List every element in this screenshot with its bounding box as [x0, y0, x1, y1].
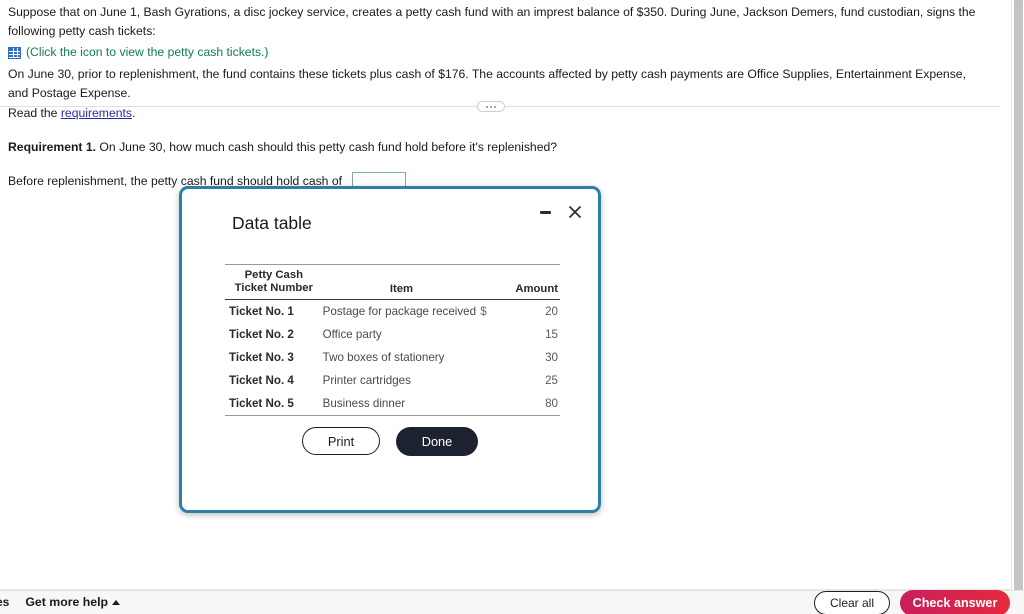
modal-title: Data table [232, 213, 312, 233]
cell-ticket: Ticket No. 2 [229, 327, 294, 341]
cell-ticket: Ticket No. 5 [229, 396, 294, 410]
cell-amount: 20 [545, 304, 558, 318]
cell-amount: 30 [545, 350, 558, 364]
problem-paragraph-1: Suppose that on June 1, Bash Gyrations, … [8, 5, 976, 38]
cell-currency: $ [480, 304, 487, 318]
table-row: Ticket No. 1 Postage for package receive… [225, 299, 560, 323]
requirement-block: Requirement 1. On June 30, how much cash… [8, 140, 908, 189]
cell-amount: 25 [545, 373, 558, 387]
page-scrollbar[interactable] [1011, 0, 1024, 592]
ticket-header-line-1: Petty Cash [244, 268, 304, 281]
table-row: Ticket No. 2 Office party 15 [225, 323, 560, 346]
rule-cell [500, 414, 560, 417]
handle-dot [494, 105, 496, 108]
modal-titlebar[interactable]: Data table [182, 189, 598, 247]
table-head: Petty Cash Ticket Number Item Amount [225, 264, 560, 300]
scrollbar-thumb[interactable] [1014, 0, 1023, 592]
data-table-modal: Data table Petty Cash Ticket Number Item… [179, 186, 601, 513]
bottom-bar-left: es Get more help [0, 590, 121, 614]
table-body: Ticket No. 1 Postage for package receive… [225, 299, 560, 417]
bottom-bar-right: Clear all Check answer [814, 590, 1010, 614]
window-controls [536, 203, 584, 221]
cell-item: Two boxes of stationery [322, 350, 445, 364]
column-header-item: Item [322, 268, 481, 300]
cell-currency [480, 323, 500, 346]
cell-currency [480, 346, 500, 369]
handle-dot [490, 105, 492, 108]
minimize-icon[interactable] [536, 203, 554, 221]
done-button[interactable]: Done [396, 427, 478, 456]
page-root: Suppose that on June 1, Bash Gyrations, … [0, 0, 1024, 614]
get-more-help-label: Get more help [25, 595, 109, 609]
cell-currency [480, 369, 500, 392]
table-grid-icon[interactable] [8, 46, 21, 59]
petty-cash-table: Petty Cash Ticket Number Item Amount Tic… [225, 264, 560, 417]
close-icon[interactable] [566, 203, 584, 221]
print-button[interactable]: Print [302, 427, 380, 455]
requirement-label: Requirement 1. [8, 140, 97, 154]
table-row: Ticket No. 5 Business dinner 80 [225, 392, 560, 416]
truncated-left-label[interactable]: es [0, 595, 9, 609]
requirement-title: Requirement 1. On June 30, how much cash… [8, 140, 908, 154]
divider-collapse-handle[interactable] [477, 101, 505, 112]
modal-actions: Print Done [182, 427, 598, 456]
cell-ticket: Ticket No. 1 [229, 304, 294, 318]
problem-paragraph-2: On June 30, prior to replenishment, the … [8, 67, 966, 100]
cell-ticket: Ticket No. 4 [229, 373, 294, 387]
column-header-amount: Amount [500, 268, 560, 300]
view-tickets-link-row[interactable]: (Click the icon to view the petty cash t… [8, 43, 978, 62]
cell-ticket: Ticket No. 3 [229, 350, 294, 364]
clear-all-button[interactable]: Clear all [814, 591, 890, 614]
caret-up-icon [112, 599, 121, 605]
cell-currency [480, 392, 500, 416]
rule-cell [322, 414, 481, 417]
table-row: Ticket No. 3 Two boxes of stationery 30 [225, 346, 560, 369]
ticket-header-line-2: Ticket Number [234, 281, 313, 294]
cell-amount: 80 [545, 396, 558, 410]
check-answer-button[interactable]: Check answer [900, 590, 1010, 614]
cell-item: Office party [322, 327, 382, 341]
cell-item: Printer cartridges [322, 373, 411, 387]
requirement-question: On June 30, how much cash should this pe… [96, 140, 558, 154]
petty-cash-table-wrapper: Petty Cash Ticket Number Item Amount Tic… [225, 264, 560, 417]
rule-cell [225, 414, 323, 417]
table-row: Ticket No. 4 Printer cartridges 25 [225, 369, 560, 392]
view-petty-cash-tickets-link[interactable]: (Click the icon to view the petty cash t… [26, 43, 269, 62]
cell-amount: 15 [545, 327, 558, 341]
column-header-currency-spacer [480, 268, 501, 300]
cell-item: Postage for package received [322, 304, 477, 318]
cell-item: Business dinner [322, 396, 406, 410]
get-more-help-button[interactable]: Get more help [25, 595, 121, 609]
bottom-bar: es Get more help Clear all Check answer [0, 590, 1024, 614]
handle-dot [486, 105, 488, 108]
table-header-row: Petty Cash Ticket Number Item Amount [225, 268, 560, 300]
table-bottom-rule-row [225, 414, 560, 417]
column-header-ticket-number: Petty Cash Ticket Number [225, 268, 323, 300]
rule-cell [480, 414, 501, 417]
